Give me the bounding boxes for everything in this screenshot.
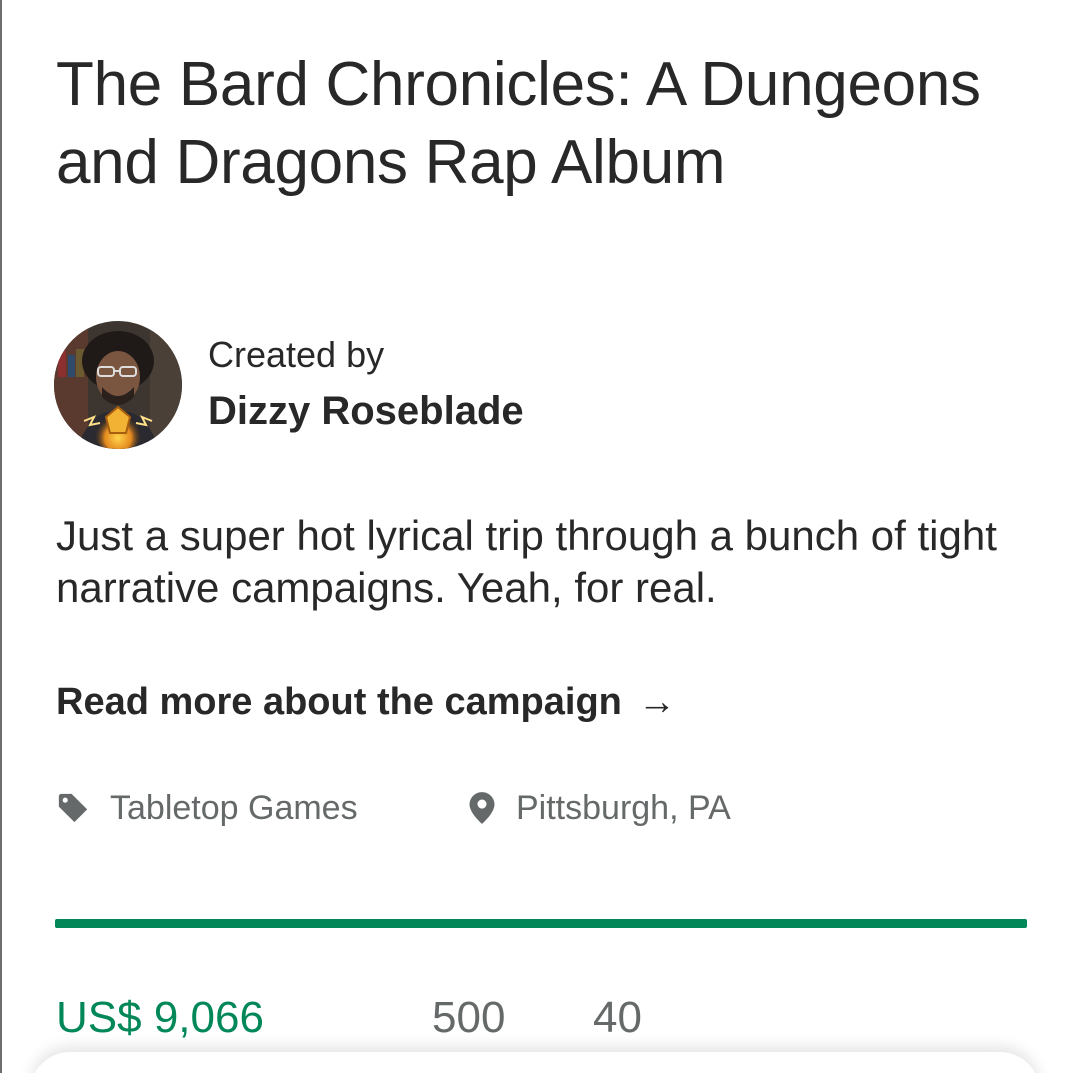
created-by-label: Created by <box>208 334 385 375</box>
creator-name-link[interactable]: Dizzy Roseblade <box>208 385 524 437</box>
bottom-sheet-card <box>30 1052 1040 1073</box>
funding-progress-bar <box>55 919 1027 928</box>
category-link[interactable]: Tabletop Games <box>56 786 358 830</box>
location-label: Pittsburgh, PA <box>516 788 731 827</box>
project-blurb: Just a super hot lyrical trip through a … <box>56 512 997 611</box>
arrow-right-icon: → <box>637 681 676 723</box>
read-more-link[interactable]: Read more about the campaign → <box>56 678 676 726</box>
creator-avatar[interactable] <box>54 321 182 449</box>
left-edge-divider <box>0 0 2 1073</box>
days-count: 40 <box>593 993 642 1042</box>
tag-icon <box>58 793 88 823</box>
creator-block[interactable]: Created by Dizzy Roseblade <box>54 321 524 449</box>
creator-text: Created by Dizzy Roseblade <box>208 333 524 437</box>
backers-count: 500 <box>432 993 506 1042</box>
project-title: The Bard Chronicles: A Dungeons and Drag… <box>56 50 981 197</box>
funding-progress-fill <box>55 919 1027 928</box>
project-page: The Bard Chronicles: A Dungeons and Drag… <box>0 0 1080 1073</box>
avatar-illustration-icon <box>54 321 182 449</box>
read-more-label: Read more about the campaign <box>56 681 622 723</box>
location-link[interactable]: Pittsburgh, PA <box>468 786 731 830</box>
category-label: Tabletop Games <box>110 788 358 827</box>
pledged-amount: US$ 9,066 <box>56 993 264 1042</box>
location-pin-icon <box>469 792 495 824</box>
